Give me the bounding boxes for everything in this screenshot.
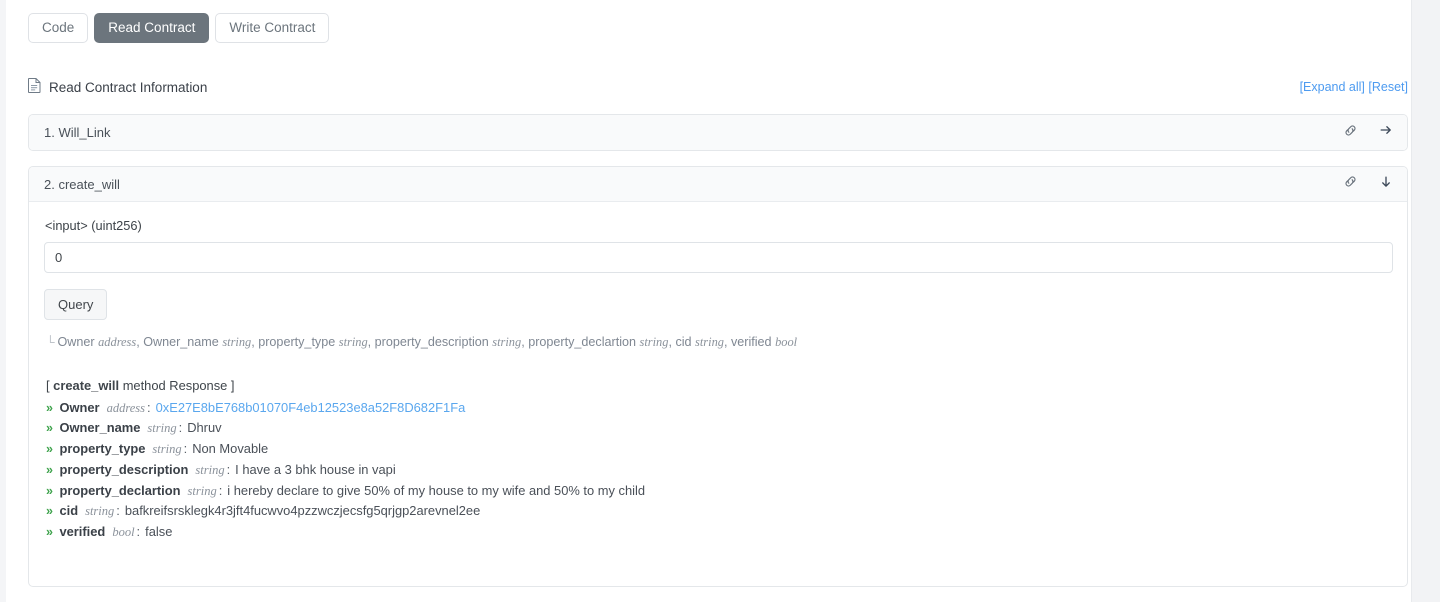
signature-part-property-declartion: property_declartion <box>528 335 637 349</box>
read-contract-section-header: Read Contract Information [Expand all] [… <box>28 76 1408 98</box>
response-type: address <box>106 400 146 415</box>
signature-part-owner-name: Owner_name <box>143 335 219 349</box>
method-title-will-link: 1. Will_Link <box>44 125 111 140</box>
response-value: i hereby declare to give 50% of my house… <box>227 482 646 498</box>
response-key: Owner_name <box>59 420 141 436</box>
chevron-double-right-icon: » <box>46 462 53 477</box>
link-icon[interactable] <box>1343 123 1358 143</box>
arrow-down-icon[interactable] <box>1379 175 1393 194</box>
response-type: string <box>195 462 225 477</box>
response-colon: : <box>147 399 151 415</box>
method-body-create-will: <input> (uint256) Query └Owner address, … <box>29 202 1407 543</box>
page-title-label: Read Contract Information <box>49 79 208 95</box>
chevron-double-right-icon: » <box>46 483 53 498</box>
method-title-create-will: 2. create_will <box>44 176 120 192</box>
signature-type-verified: bool <box>775 335 798 349</box>
signature-sep: , <box>723 335 731 349</box>
signature-type-property-declartion: string <box>639 335 669 349</box>
section-actions: [Expand all] [Reset] <box>1300 80 1408 94</box>
uint256-input[interactable] <box>44 242 1393 273</box>
signature-part-verified: verified <box>730 335 772 349</box>
chevron-double-right-icon: » <box>46 442 53 457</box>
tab-code[interactable]: Code <box>28 13 89 43</box>
signature-type-cid: string <box>695 335 724 349</box>
signature-part-cid: cid <box>675 335 692 349</box>
response-colon: : <box>116 503 120 519</box>
response-row-owner-name: » Owner_name string : Dhruv <box>46 418 1392 439</box>
contract-tab-bar: Code Read Contract Write Contract <box>28 13 330 43</box>
method-card-will-link: 1. Will_Link <box>28 114 1408 151</box>
response-row-cid: » cid string : bafkreifsrsklegk4r3jft4fu… <box>46 501 1392 522</box>
method-response-block: [ create_will method Response ] » Owner … <box>46 376 1392 543</box>
response-key: Owner <box>59 399 100 415</box>
query-button[interactable]: Query <box>44 289 108 320</box>
response-key: property_type <box>59 441 146 457</box>
page-right-gutter <box>1412 0 1440 602</box>
signature-type-owner: address <box>98 335 137 349</box>
response-key: cid <box>59 503 79 519</box>
response-value: Dhruv <box>187 420 222 436</box>
response-colon: : <box>178 420 183 436</box>
chevron-double-right-icon: » <box>46 524 53 539</box>
signature-sep: , <box>367 335 375 349</box>
tab-read-contract[interactable]: Read Contract <box>94 13 210 43</box>
arrow-right-icon[interactable] <box>1379 123 1393 142</box>
response-row-property-description: » property_description string : I have a… <box>46 460 1392 481</box>
response-value: bafkreifsrsklegk4r3jft4fucwvo4pzzwczjecs… <box>124 503 481 519</box>
document-icon <box>28 78 41 96</box>
response-row-property-type: » property_type string : Non Movable <box>46 439 1392 460</box>
signature-part-owner: Owner <box>57 335 95 349</box>
signature-part-property-type: property_type <box>258 335 336 349</box>
response-key: verified <box>59 523 106 539</box>
response-row-property-declartion: » property_declartion string : i hereby … <box>46 481 1392 502</box>
response-value[interactable]: 0xE27E8bE768b01070F4eb12523e8a52F8D682F1… <box>156 398 466 419</box>
response-value: Non Movable <box>192 441 269 457</box>
method-header-icons <box>1343 174 1393 194</box>
chevron-double-right-icon: » <box>46 504 53 519</box>
page-root: Code Read Contract Write Contract Read C… <box>0 0 1440 602</box>
method-signature: └ Owner address, Owner_name string, prope… <box>46 335 1392 350</box>
chevron-double-right-icon: » <box>46 421 53 436</box>
response-value: false <box>145 523 173 539</box>
input-label: <input> (uint256) <box>45 218 142 233</box>
response-type: bool <box>112 524 135 539</box>
response-header-method: create_will <box>53 378 120 393</box>
tab-write-contract-label: Write Contract <box>229 20 316 36</box>
method-header-icons <box>1343 123 1393 143</box>
response-header: [ create_will method Response ] <box>46 376 1392 397</box>
response-type: string <box>85 504 115 519</box>
response-type: string <box>147 421 177 436</box>
response-key: property_declartion <box>59 482 181 498</box>
response-type: string <box>187 483 217 498</box>
signature-type-owner-name: string <box>222 335 252 349</box>
response-colon: : <box>226 461 231 477</box>
expand-all-link[interactable]: [Expand all] <box>1300 80 1365 94</box>
response-key: property_description <box>59 461 189 477</box>
response-colon: : <box>136 523 141 539</box>
content-canvas: Code Read Contract Write Contract Read C… <box>6 0 1412 602</box>
response-type: string <box>152 442 182 457</box>
chevron-double-right-icon: » <box>46 400 53 415</box>
method-header-create-will[interactable]: 2. create_will <box>29 167 1407 202</box>
tab-read-contract-label: Read Contract <box>108 20 196 36</box>
signature-type-property-type: string <box>338 335 368 349</box>
method-header-will-link[interactable]: 1. Will_Link <box>29 115 1407 150</box>
tab-code-label: Code <box>42 20 75 36</box>
response-row-owner: » Owner address : 0xE27E8bE768b01070F4eb… <box>46 398 1392 419</box>
response-value: I have a 3 bhk house in vapi <box>235 461 396 477</box>
page-title: Read Contract Information <box>28 78 207 96</box>
signature-corner-glyph: └ <box>46 335 55 349</box>
response-colon: : <box>183 441 188 457</box>
response-colon: : <box>218 482 223 498</box>
response-row-verified: » verified bool : false <box>46 522 1392 543</box>
signature-part-property-description: property_description <box>374 335 489 349</box>
signature-type-property-description: string <box>492 335 522 349</box>
reset-link[interactable]: [Reset] <box>1368 80 1408 94</box>
method-card-create-will: 2. create_will <input> (uint256) 0 Query… <box>28 166 1408 587</box>
response-header-suffix: method Response ] <box>119 378 235 393</box>
tab-write-contract[interactable]: Write Contract <box>215 13 330 43</box>
link-icon[interactable] <box>1343 174 1358 194</box>
